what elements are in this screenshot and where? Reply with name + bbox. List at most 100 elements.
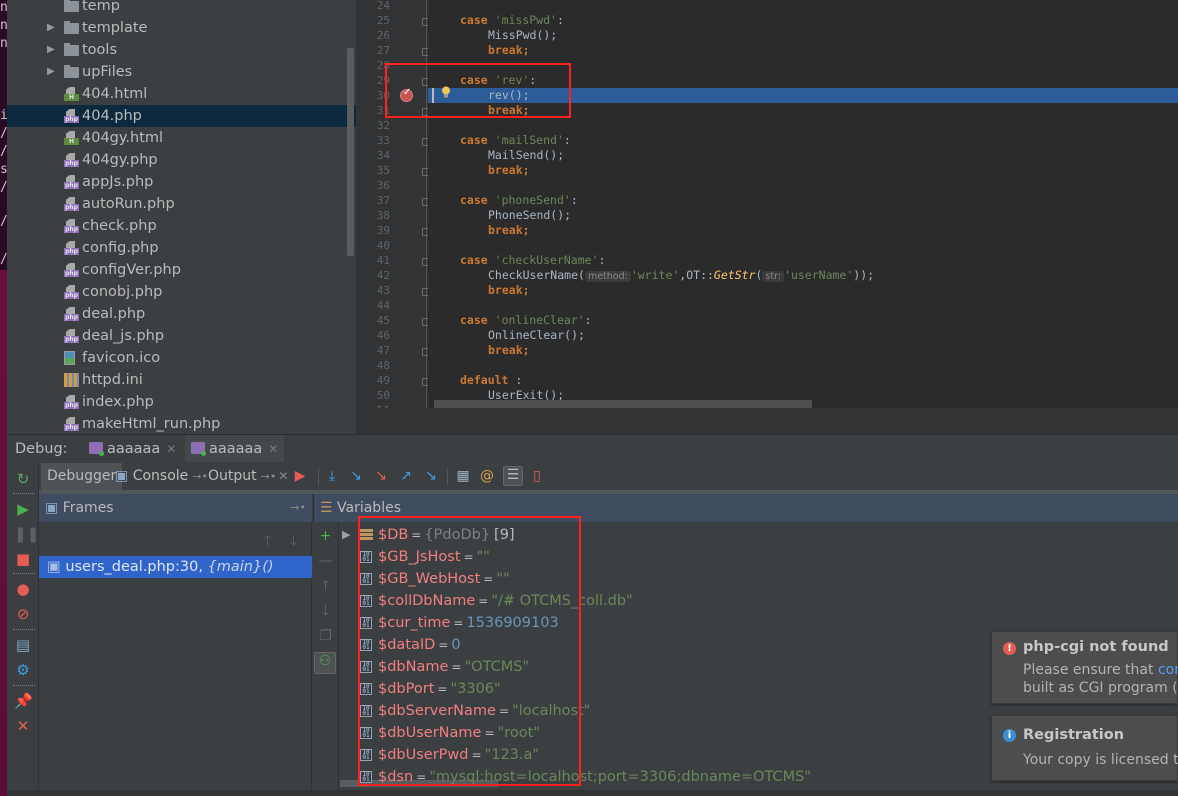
tree-item[interactable]: php configVer.php bbox=[7, 259, 356, 281]
tree-item[interactable]: H 404.html bbox=[7, 83, 356, 105]
step-out-icon[interactable]: ↗ bbox=[398, 468, 414, 484]
arrow-up-icon[interactable]: 🡑 bbox=[264, 530, 271, 554]
pin-icon[interactable]: →• bbox=[261, 470, 277, 483]
tree-item[interactable]: php autoRun.php bbox=[7, 193, 356, 215]
new-watch-icon[interactable]: + bbox=[317, 528, 334, 545]
pause-icon[interactable]: ❚❚ bbox=[14, 525, 39, 543]
line-number: 36 bbox=[376, 179, 390, 192]
code-keyword: case bbox=[460, 313, 488, 327]
php-file-icon: php bbox=[64, 153, 79, 167]
code-editor[interactable]: case 'missPwd': MissPwd(); break; case '… bbox=[428, 0, 1178, 408]
view-breakpoints-icon[interactable]: ● bbox=[14, 580, 32, 598]
folder-icon bbox=[64, 43, 79, 56]
move-down-icon[interactable]: 🡓 bbox=[317, 603, 334, 620]
debug-session-tab-active[interactable]: aaaaaa ✕ bbox=[185, 435, 285, 463]
line-number: 46 bbox=[376, 329, 390, 342]
tree-item[interactable]: ▶ upFiles bbox=[7, 61, 356, 83]
code-line: break; bbox=[488, 163, 530, 177]
notification-title: php-cgi not found bbox=[1023, 639, 1169, 655]
variables-icon: ☰ bbox=[320, 500, 333, 516]
close-icon[interactable]: ✕ bbox=[268, 442, 278, 456]
tree-item[interactable]: php deal.php bbox=[7, 303, 356, 325]
step-over-icon[interactable]: ⤓ bbox=[324, 468, 340, 484]
editor-horizontal-scrollbar[interactable] bbox=[434, 400, 812, 408]
tree-item[interactable]: ▶ template bbox=[7, 17, 356, 39]
line-number: 42 bbox=[376, 269, 390, 282]
step-into-icon[interactable]: ↘ bbox=[348, 468, 364, 484]
tree-item-label: check.php bbox=[82, 218, 157, 234]
remove-watch-icon[interactable]: — bbox=[317, 553, 334, 570]
php-file-icon: php bbox=[64, 307, 79, 321]
tree-item[interactable]: php makeHtml_run.php bbox=[7, 413, 356, 434]
pin-icon[interactable]: 📌 bbox=[14, 692, 33, 710]
settings-icon[interactable]: ⚙ bbox=[14, 661, 32, 679]
line-number: 45 bbox=[376, 314, 390, 327]
mute-breakpoints-icon[interactable]: ⊘ bbox=[14, 605, 32, 623]
tree-item[interactable]: php config.php bbox=[7, 237, 356, 259]
restore-layout-icon[interactable]: ▯ bbox=[529, 468, 545, 484]
expand-arrow-icon[interactable]: ▶ bbox=[47, 61, 55, 83]
show-execution-point-icon[interactable]: ▶ bbox=[292, 468, 308, 484]
desktop-background: n n n i / / s / / / bbox=[0, 0, 8, 796]
evaluate-expression-icon[interactable]: ▦ bbox=[455, 468, 471, 484]
tree-item[interactable]: php check.php bbox=[7, 215, 356, 237]
php-file-icon: php bbox=[64, 329, 79, 343]
code-text: : bbox=[584, 313, 592, 327]
run-to-cursor-icon[interactable]: ↘ bbox=[423, 468, 439, 484]
arrow-down-icon[interactable]: 🡓 bbox=[290, 530, 297, 554]
php-file-icon: php bbox=[64, 197, 79, 211]
line-number: 33 bbox=[376, 134, 390, 147]
notification-link[interactable]: con bbox=[1158, 662, 1178, 678]
tree-item[interactable]: httpd.ini bbox=[7, 369, 356, 391]
expand-arrow-icon[interactable]: ▶ bbox=[47, 39, 55, 61]
tree-item[interactable]: ▶ tools bbox=[7, 39, 356, 61]
code-line: MailSend(); bbox=[488, 148, 565, 162]
show-watches-icon[interactable]: ⚇ bbox=[314, 652, 336, 674]
pin-icon[interactable]: →• bbox=[290, 494, 306, 522]
resume-icon[interactable]: ▶ bbox=[14, 500, 32, 518]
php-debug-icon bbox=[191, 442, 206, 456]
notification-error[interactable]: ! php-cgi not found Please ensure that c… bbox=[991, 631, 1178, 704]
duplicate-icon[interactable]: ❐ bbox=[317, 628, 334, 645]
layout-icon[interactable]: ▤ bbox=[14, 636, 32, 654]
frames-header: ▣ Frames →• bbox=[39, 494, 312, 522]
toggle-list-icon[interactable]: ☰ bbox=[503, 466, 523, 486]
tree-item[interactable]: favicon.ico bbox=[7, 347, 356, 369]
move-up-icon[interactable]: 🡑 bbox=[317, 578, 334, 595]
tree-item[interactable]: php 404.php bbox=[7, 105, 356, 127]
tree-item[interactable]: H 404gy.html bbox=[7, 127, 356, 149]
force-step-into-icon[interactable]: ↘ bbox=[373, 468, 389, 484]
close-icon[interactable]: ✕ bbox=[14, 717, 32, 735]
folder-icon bbox=[64, 21, 79, 34]
tab-output[interactable]: Output →• ✕ bbox=[204, 463, 292, 490]
code-text: : bbox=[570, 193, 578, 207]
stop-icon[interactable]: ■ bbox=[14, 550, 32, 568]
code-keyword: case bbox=[460, 133, 488, 147]
close-icon[interactable]: ✕ bbox=[166, 442, 176, 456]
tree-scrollbar[interactable] bbox=[347, 48, 354, 256]
debug-session-tab[interactable]: aaaaaa ✕ bbox=[83, 435, 182, 463]
code-string: 'mailSend' bbox=[494, 133, 564, 147]
tab-console[interactable]: ▣ Console →• bbox=[111, 463, 212, 490]
tree-item-label: makeHtml_run.php bbox=[82, 416, 221, 432]
line-number: 37 bbox=[376, 194, 390, 207]
expand-arrow-icon[interactable]: ▶ bbox=[47, 17, 55, 39]
notification-info[interactable]: i Registration Your copy is licensed to bbox=[991, 715, 1178, 781]
tree-item-label: 404.html bbox=[82, 86, 148, 102]
tree-item[interactable]: php index.php bbox=[7, 391, 356, 413]
code-static-call: GetStr bbox=[713, 268, 756, 282]
code-string: 'onlineClear' bbox=[494, 313, 585, 327]
close-icon[interactable]: ✕ bbox=[278, 469, 288, 483]
debugger-toolbar: Debugger ▣ Console →• Output →• ✕ ▶ ⤓ ↘ ↘ ↗… bbox=[39, 462, 1178, 490]
tree-item[interactable]: php 404gy.php bbox=[7, 149, 356, 171]
watch-icon[interactable]: @ bbox=[479, 468, 495, 484]
rerun-icon[interactable]: ↻ bbox=[14, 470, 32, 488]
expand-arrow-icon[interactable]: ▶ bbox=[342, 528, 350, 541]
php-file-icon: php bbox=[64, 241, 79, 255]
tree-item[interactable]: php conobj.php bbox=[7, 281, 356, 303]
notification-title: Registration bbox=[1023, 727, 1125, 743]
tree-item[interactable]: php appJs.php bbox=[7, 171, 356, 193]
tree-item[interactable]: temp bbox=[7, 0, 356, 17]
tree-item[interactable]: php deal_js.php bbox=[7, 325, 356, 347]
frame-item[interactable]: ▣ users_deal.php:30, {main}() bbox=[39, 556, 312, 578]
